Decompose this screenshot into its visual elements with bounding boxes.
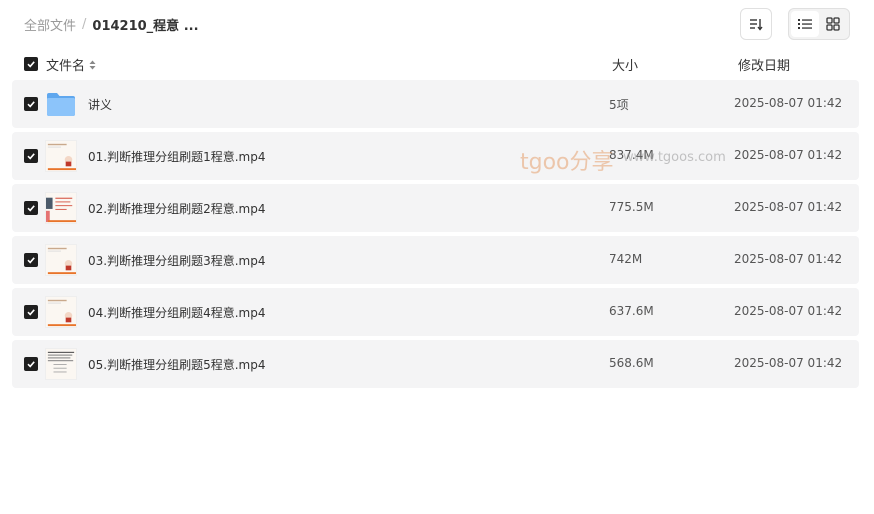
column-header-date[interactable]: 修改日期 — [738, 55, 790, 74]
file-size: 742M — [609, 252, 643, 266]
column-header-size[interactable]: 大小 — [612, 55, 638, 74]
breadcrumb-current: 014210_程意 ... — [92, 18, 199, 34]
file-row-video[interactable]: 04.判断推理分组刷题4程意.mp4 637.6M 2025-08-07 01:… — [12, 288, 859, 336]
file-name: 03.判断推理分组刷题3程意.mp4 — [88, 254, 266, 268]
row-checkbox[interactable] — [24, 201, 38, 215]
file-row-video[interactable]: 01.判断推理分组刷题1程意.mp4 837.4M 2025-08-07 01:… — [12, 132, 859, 180]
row-checkbox[interactable] — [24, 97, 38, 111]
checkmark-icon — [27, 309, 35, 316]
checkmark-icon — [27, 361, 35, 368]
video-thumbnail — [45, 296, 77, 328]
file-name: 04.判断推理分组刷题4程意.mp4 — [88, 306, 266, 320]
sort-button[interactable] — [740, 8, 772, 40]
list-view-button[interactable] — [791, 11, 819, 37]
column-header-name[interactable]: 文件名 — [46, 55, 96, 74]
file-name: 讲义 — [88, 98, 113, 112]
file-name: 05.判断推理分组刷题5程意.mp4 — [88, 358, 266, 372]
file-size: 568.6M — [609, 356, 654, 370]
watermark-url: www.tgoos.com — [623, 150, 726, 165]
breadcrumb: 全部文件 / 014210_程意 ... — [24, 14, 199, 34]
file-date: 2025-08-07 01:42 — [734, 200, 843, 214]
video-thumbnail — [45, 348, 77, 380]
video-thumbnail — [45, 192, 77, 224]
file-size: 5项 — [609, 98, 629, 112]
row-checkbox[interactable] — [24, 305, 38, 319]
grid-view-icon — [826, 17, 840, 31]
sort-order-icon — [750, 19, 763, 31]
file-row-video[interactable]: 03.判断推理分组刷题3程意.mp4 742M 2025-08-07 01:42 — [12, 236, 859, 284]
file-size: 775.5M — [609, 200, 654, 214]
file-row-video[interactable]: 02.判断推理分组刷题2程意.mp4 775.5M 2025-08-07 01:… — [12, 184, 859, 232]
row-checkbox[interactable] — [24, 253, 38, 267]
breadcrumb-separator: / — [82, 16, 87, 32]
column-name-label: 文件名 — [46, 59, 86, 74]
file-date: 2025-08-07 01:42 — [734, 252, 843, 266]
breadcrumb-root-link[interactable]: 全部文件 — [24, 15, 76, 34]
checkmark-icon — [27, 153, 35, 160]
list-view-icon — [798, 19, 812, 29]
checkmark-icon — [27, 61, 35, 68]
file-size: 637.6M — [609, 304, 654, 318]
file-date: 2025-08-07 01:42 — [734, 356, 843, 370]
watermark-brand: tgoo分享 — [520, 150, 614, 175]
checkmark-icon — [27, 205, 35, 212]
video-thumbnail — [45, 140, 77, 172]
grid-view-button[interactable] — [819, 11, 847, 37]
file-date: 2025-08-07 01:42 — [734, 304, 843, 318]
select-all-checkbox[interactable] — [24, 57, 38, 71]
file-date: 2025-08-07 01:42 — [734, 148, 843, 162]
file-name: 02.判断推理分组刷题2程意.mp4 — [88, 202, 266, 216]
sort-toggle-icon — [89, 60, 96, 69]
folder-icon — [47, 93, 75, 116]
row-checkbox[interactable] — [24, 357, 38, 371]
view-mode-switch — [788, 8, 850, 40]
file-list-header: 文件名 大小 修改日期 — [12, 52, 859, 76]
file-row-folder[interactable]: 讲义 5项 2025-08-07 01:42 — [12, 80, 859, 128]
row-checkbox[interactable] — [24, 149, 38, 163]
file-name: 01.判断推理分组刷题1程意.mp4 — [88, 150, 266, 164]
file-row-video[interactable]: 05.判断推理分组刷题5程意.mp4 568.6M 2025-08-07 01:… — [12, 340, 859, 388]
checkmark-icon — [27, 101, 35, 108]
file-date: 2025-08-07 01:42 — [734, 96, 843, 110]
video-thumbnail — [45, 244, 77, 276]
checkmark-icon — [27, 257, 35, 264]
file-list: 讲义 5项 2025-08-07 01:42 01.判断推理分组刷题1程意.mp… — [12, 80, 859, 392]
